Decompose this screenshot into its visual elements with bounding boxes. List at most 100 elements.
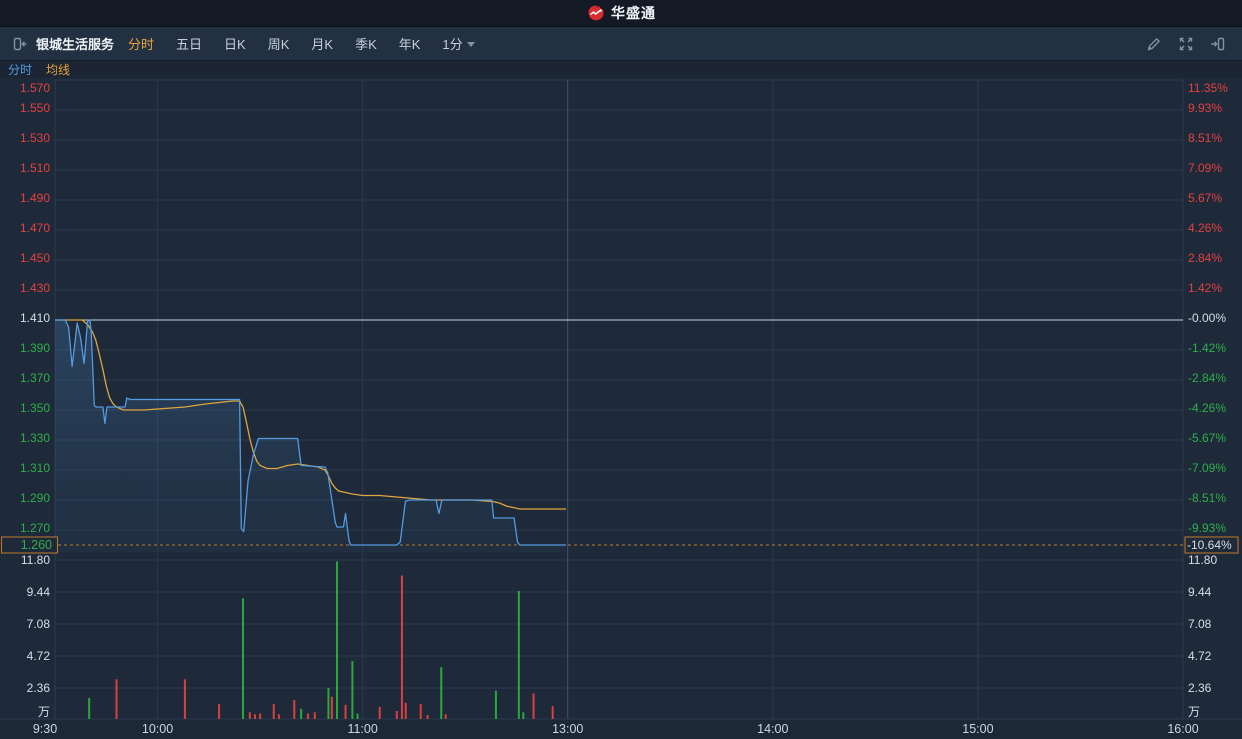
legend-item-分时[interactable]: 分时 xyxy=(8,61,32,78)
chart-legend: 分时 均线 xyxy=(0,61,1242,78)
pct-tick: -5.67% xyxy=(1188,431,1226,445)
interval-dropdown[interactable]: 1分 xyxy=(442,34,475,53)
volume-bar xyxy=(300,708,303,719)
time-tick: 16:00 xyxy=(1167,722,1198,736)
volume-tick: 2.36 xyxy=(27,681,51,695)
pct-tick: 4.26% xyxy=(1188,221,1222,235)
volume-bar xyxy=(522,712,525,719)
draw-pencil-icon[interactable] xyxy=(1144,34,1164,54)
volume-tick: 9.44 xyxy=(1188,585,1212,599)
volume-bar xyxy=(183,679,186,719)
brand-logo-icon xyxy=(586,3,606,23)
price-tick: 1.270 xyxy=(20,521,50,535)
volume-bar xyxy=(306,713,309,719)
time-tick: 11:00 xyxy=(347,722,377,736)
pct-tick: 5.67% xyxy=(1188,191,1222,205)
price-tick: 1.530 xyxy=(20,131,50,145)
current-pct-label: -10.64% xyxy=(1187,538,1232,552)
volume-bar xyxy=(327,688,330,719)
volume-bar xyxy=(218,704,221,719)
dock-panel-icon[interactable] xyxy=(1208,34,1228,54)
volume-bar xyxy=(532,693,535,719)
volume-bar xyxy=(248,712,251,719)
tab-分时[interactable]: 分时 xyxy=(128,34,154,53)
volume-bar xyxy=(440,667,443,719)
price-tick: 1.430 xyxy=(20,281,50,295)
huasheng-terminal: 华盛通 银城生活服务 分时 五日 日K 周K 月K 季K 年K 1分 分时 均线… xyxy=(0,0,1242,739)
brand-name: 华盛通 xyxy=(611,5,656,21)
pct-tick: 7.09% xyxy=(1188,161,1222,175)
volume-bar xyxy=(494,690,497,719)
volume-bar xyxy=(378,706,381,719)
price-tick: 1.290 xyxy=(20,491,50,505)
volume-bar xyxy=(293,700,296,719)
volume-bar xyxy=(395,710,398,719)
price-tick: 1.330 xyxy=(20,431,50,445)
time-tick: 10:00 xyxy=(142,722,173,736)
price-tick: 1.350 xyxy=(20,401,50,415)
pct-tick: -8.51% xyxy=(1188,491,1226,505)
volume-bar xyxy=(356,713,359,719)
price-tick: 1.570 xyxy=(20,81,50,95)
brand: 华盛通 xyxy=(586,3,656,23)
legend-item-均线[interactable]: 均线 xyxy=(46,61,70,78)
volume-tick: 9.44 xyxy=(27,585,51,599)
volume-unit: 万 xyxy=(38,705,50,719)
volume-bar xyxy=(259,713,262,719)
fullscreen-icon[interactable] xyxy=(1176,34,1196,54)
tab-五日[interactable]: 五日 xyxy=(176,34,202,53)
volume-unit: 万 xyxy=(1188,705,1200,719)
pct-tick: -2.84% xyxy=(1188,371,1226,385)
tab-年K[interactable]: 年K xyxy=(399,34,421,53)
volume-tick: 11.80 xyxy=(1188,553,1217,567)
interval-label: 1分 xyxy=(442,37,463,52)
volume-tick: 4.72 xyxy=(1188,649,1212,663)
collapse-panel-icon[interactable] xyxy=(10,34,30,54)
volume-bar xyxy=(253,714,256,719)
time-axis-bar xyxy=(0,719,1242,739)
volume-tick: 2.36 xyxy=(1188,681,1212,695)
volume-bar xyxy=(88,698,91,719)
intraday-chart[interactable]: 1.570 1.550 1.530 1.510 1.490 1.470 1.450 1.430… xyxy=(0,78,1242,739)
pct-tick: 1.42% xyxy=(1188,281,1222,295)
price-tick: 1.490 xyxy=(20,191,50,205)
pct-tick: 9.93% xyxy=(1188,101,1222,115)
volume-bar xyxy=(517,590,520,719)
price-tick: 1.310 xyxy=(20,461,50,475)
chevron-down-icon xyxy=(466,42,475,47)
volume-bar xyxy=(344,704,347,719)
tab-日K[interactable]: 日K xyxy=(224,34,246,53)
tab-季K[interactable]: 季K xyxy=(355,34,377,53)
tab-周K[interactable]: 周K xyxy=(268,34,290,53)
pct-tick: -0.00% xyxy=(1188,311,1226,325)
tab-月K[interactable]: 月K xyxy=(311,34,333,53)
pct-tick: -7.09% xyxy=(1188,461,1226,475)
volume-bar xyxy=(444,714,447,719)
volume-bar xyxy=(115,679,118,719)
price-tick: 1.390 xyxy=(20,341,50,355)
volume-bar xyxy=(272,704,275,719)
price-tick: 1.410 xyxy=(20,311,50,325)
volume-bar xyxy=(330,696,333,719)
volume-tick: 7.08 xyxy=(27,617,51,631)
volume-bar xyxy=(400,575,403,719)
volume-tick: 4.72 xyxy=(27,649,51,663)
volume-bar xyxy=(277,714,280,719)
current-price-label: 1.260 xyxy=(21,538,52,552)
price-tick: 1.550 xyxy=(20,101,50,115)
pct-tick: -4.26% xyxy=(1188,401,1226,415)
stock-name: 银城生活服务 xyxy=(36,37,115,52)
volume-bar xyxy=(404,702,407,719)
volume-bar xyxy=(336,561,338,719)
volume-bar xyxy=(419,704,422,719)
time-tick: 15:00 xyxy=(962,722,993,736)
volume-tick: 7.08 xyxy=(1188,617,1212,631)
toolbar-right xyxy=(1144,34,1232,54)
pct-tick: 8.51% xyxy=(1188,131,1222,145)
time-tick: 9:30 xyxy=(33,722,57,736)
volume-bar xyxy=(351,661,354,719)
volume-bar xyxy=(551,706,554,719)
volume-bar xyxy=(242,598,244,719)
time-tick: 14:00 xyxy=(757,722,788,736)
volume-bar xyxy=(313,712,316,719)
